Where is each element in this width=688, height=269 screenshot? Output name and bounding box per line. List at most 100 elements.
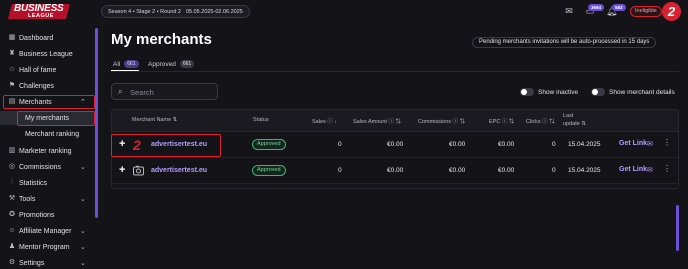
chevron-down-icon: ⌄ (80, 164, 86, 171)
mentor-icon: ♟ (8, 243, 16, 250)
flag-icon: ⚑ (8, 82, 16, 89)
top-bar: BUSINESS LEAGUE Season 4 • Stage 2 • Rou… (0, 0, 688, 24)
my-merchants-highlight (17, 111, 95, 126)
sidebar-item-business-league[interactable]: ♜ Business League (0, 47, 95, 61)
search-icon: ⌕ (118, 87, 123, 96)
sidebar-item-label: Commissions (19, 163, 62, 171)
main-scrollbar[interactable] (676, 205, 679, 251)
messages-badge: 3594 (588, 4, 605, 11)
business-league-logo[interactable]: BUSINESS LEAGUE (7, 3, 76, 21)
sidebar-item-affiliate-manager[interactable]: ☺ Affiliate Manager ⌄ (0, 224, 95, 238)
sidebar-item-label: Merchant ranking (25, 130, 80, 138)
header-status: Status (253, 117, 269, 123)
mail-icon[interactable]: ✉ (647, 140, 653, 148)
sales-amount-value: €0.00 (387, 167, 404, 174)
ineligible-badge: Ineligible (630, 6, 662, 17)
season-pill: Season 4 • Stage 2 • Round 2 05.05.2025-… (101, 5, 250, 18)
image-placeholder-icon (132, 164, 145, 177)
toggle-switch[interactable] (520, 88, 534, 96)
toggle-switch[interactable] (591, 88, 605, 96)
tabs-divider (111, 71, 679, 72)
toggle-label: Show merchant details (609, 88, 675, 96)
chevron-down-icon: ⌄ (80, 196, 86, 203)
header-clicks[interactable]: Clicks ⓘ ⇅ (526, 117, 555, 125)
clicks-value: 0 (552, 141, 556, 148)
sidebar-item-dashboard[interactable]: ▦ Dashboard (0, 31, 95, 45)
manager-icon: ☺ (8, 227, 16, 234)
promo-icon: ✪ (9, 211, 15, 218)
page-title: My merchants (111, 31, 212, 48)
commission-icon: ◎ (8, 163, 16, 170)
dashboard-icon: ▦ (8, 34, 16, 41)
toggle-label: Show inactive (538, 88, 579, 96)
chart-icon: ⫶ (11, 179, 13, 186)
sidebar-item-label: Business League (19, 50, 73, 58)
header-last-update[interactable]: Last update ⇅ (563, 112, 586, 128)
header-sales-amount[interactable]: Sales Amount ⓘ ⇅ (353, 117, 401, 125)
sidebar-item-tools[interactable]: ⚒ Tools ⌄ (0, 192, 95, 206)
sales-value: 0 (338, 167, 342, 174)
commissions-value: €0.00 (449, 167, 466, 174)
sidebar-item-merchant-ranking[interactable]: Merchant ranking (0, 127, 95, 141)
header-epc[interactable]: EPC ⓘ ⇅ (489, 117, 514, 125)
sidebar-item-statistics[interactable]: ⫶ Statistics (0, 176, 95, 190)
tab-all[interactable]: All 661 (113, 58, 139, 70)
avatar[interactable]: 2 (662, 2, 681, 21)
sidebar-item-label: Affiliate Manager (19, 227, 72, 235)
last-update-value: 15.04.2025 (568, 167, 601, 174)
tab-count: 661 (179, 60, 195, 68)
last-update-value: 15.04.2025 (568, 141, 601, 148)
sidebar-item-hall-of-fame[interactable]: ☆ Hall of fame (0, 63, 95, 77)
sidebar-item-commissions[interactable]: ◎ Commissions ⌄ (0, 160, 95, 174)
more-options-icon[interactable]: ⋮ (663, 164, 671, 173)
merchants-highlight (3, 95, 95, 109)
clicks-value: 0 (552, 167, 556, 174)
sidebar-item-promotions[interactable]: ✪ Promotions (0, 208, 95, 222)
epc-value: €0.00 (498, 141, 515, 148)
sidebar-item-label: Mentor Program (19, 243, 70, 251)
expand-icon[interactable]: + (119, 164, 125, 176)
trophy-icon: ♜ (8, 50, 16, 57)
chevron-down-icon: ⌄ (80, 228, 86, 235)
show-details-toggle[interactable]: Show merchant details (591, 87, 675, 97)
table-header: Merchant Name ⇅ Status Sales ⓘ ↓ Sales A… (112, 110, 678, 132)
chevron-down-icon: ⌄ (80, 244, 86, 251)
commissions-value: €0.00 (449, 141, 466, 148)
logo-line2: LEAGUE (28, 13, 54, 19)
get-link-button[interactable]: Get Link (619, 140, 647, 147)
tab-count: 661 (124, 60, 139, 68)
header-merchant-name[interactable]: Merchant Name ⇅ (132, 117, 177, 123)
show-inactive-toggle[interactable]: Show inactive (520, 87, 578, 97)
more-options-icon[interactable]: ⋮ (663, 138, 671, 147)
header-commissions[interactable]: Commissions ⓘ ⇅ (418, 117, 465, 125)
mail-icon[interactable]: ✉ (564, 6, 574, 16)
ranking-icon: ▥ (8, 147, 16, 154)
mail-icon[interactable]: ✉ (647, 166, 653, 174)
sidebar-item-challenges[interactable]: ⚑ Challenges (0, 79, 95, 93)
notifications-badge: 583 (612, 4, 626, 11)
table-row: + advertisertest.eu Approved 0 €0.00 €0.… (112, 159, 678, 184)
sidebar-item-settings[interactable]: ⚙ Settings ⌄ (0, 256, 95, 269)
star-icon: ☆ (8, 66, 16, 73)
epc-value: €0.00 (498, 167, 515, 174)
status-badge: Approved (252, 139, 286, 150)
merchant-name-link[interactable]: advertisertest.eu (151, 167, 207, 174)
header-sales[interactable]: Sales ⓘ ↓ (312, 117, 337, 125)
sales-amount-value: €0.00 (387, 141, 404, 148)
pending-notice: Pending merchants invitations will be au… (472, 37, 657, 48)
tab-approved[interactable]: Approved 661 (148, 58, 195, 70)
sidebar-scrollbar[interactable] (95, 28, 98, 218)
search-input[interactable]: ⌕ Search (111, 83, 218, 100)
tab-label: All (113, 60, 121, 68)
sidebar-item-label: Tools (19, 195, 36, 203)
sidebar-item-label: Promotions (19, 211, 55, 219)
sidebar-item-label: Marketer ranking (19, 147, 72, 155)
sidebar-item-label: Statistics (19, 179, 48, 187)
sales-value: 0 (338, 141, 342, 148)
season-dates: 05.05.2025-02.06.2025 (185, 8, 243, 15)
status-badge: Approved (252, 165, 286, 176)
sidebar-item-marketer-ranking[interactable]: ▥ Marketer ranking (0, 144, 95, 158)
tab-label: Approved (148, 60, 176, 68)
sidebar-item-mentor-program[interactable]: ♟ Mentor Program ⌄ (0, 240, 95, 254)
get-link-button[interactable]: Get Link (619, 166, 647, 173)
